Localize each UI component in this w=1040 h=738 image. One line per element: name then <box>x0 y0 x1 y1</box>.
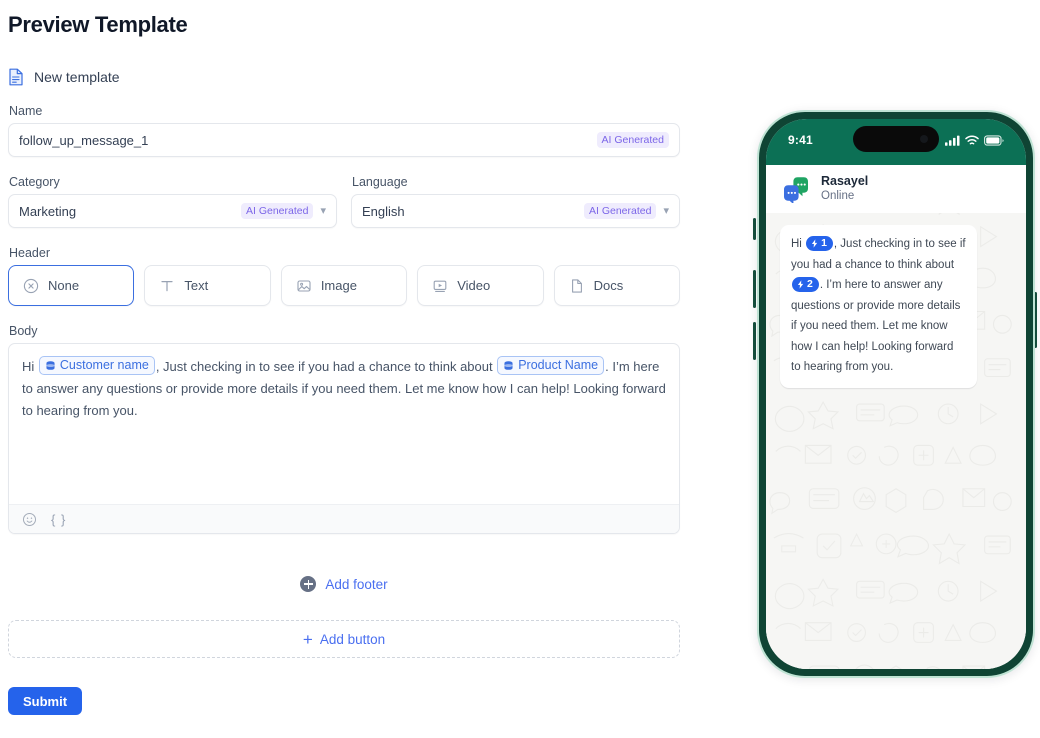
status-bar: 9:41 <box>766 119 1026 165</box>
message-text-segment: Hi <box>791 238 806 250</box>
header-option-video[interactable]: Video <box>417 265 544 306</box>
category-value: Marketing <box>19 203 77 219</box>
volume-down-button[interactable] <box>753 322 756 360</box>
emoji-icon[interactable] <box>22 512 37 527</box>
name-label: Name <box>9 104 43 118</box>
body-text-segment: Hi <box>22 359 38 374</box>
lightning-bolt-icon <box>796 280 805 290</box>
signal-icon <box>945 133 960 151</box>
variable-chip-label: Customer name <box>59 358 149 372</box>
battery-icon <box>984 133 1004 151</box>
header-type-options: None Text Image Video Docs <box>8 265 681 306</box>
category-select[interactable]: Marketing AI Generated ▾ <box>8 194 337 228</box>
language-value: English <box>362 203 405 219</box>
header-option-docs[interactable]: Docs <box>553 265 681 306</box>
language-select[interactable]: English AI Generated ▾ <box>351 194 680 228</box>
header-option-label: Text <box>184 278 209 293</box>
header-option-none[interactable]: None <box>8 265 135 306</box>
chat-body: Hi 1, Just checking in to see if you had… <box>766 213 1026 669</box>
circle-x-icon <box>23 278 39 294</box>
plus-circle-icon <box>300 576 317 592</box>
name-ai-badge: AI Generated <box>596 132 669 148</box>
wifi-icon <box>965 133 979 151</box>
name-value: follow_up_message_1 <box>19 132 149 148</box>
token-label: 2 <box>807 278 813 291</box>
token-label: 1 <box>821 237 827 250</box>
add-footer-button[interactable]: Add footer <box>8 576 680 592</box>
contact-status: Online <box>821 190 855 202</box>
lightning-bolt-icon <box>810 239 819 249</box>
variable-chip-customer-name[interactable]: Customer name <box>38 356 155 375</box>
image-icon <box>296 278 312 294</box>
header-option-image[interactable]: Image <box>280 265 408 306</box>
status-time: 9:41 <box>788 133 813 147</box>
chat-header: Rasayel Online <box>766 165 1026 213</box>
document-icon <box>8 68 24 86</box>
header-option-label: Image <box>320 278 357 293</box>
body-text-segment: , Just checking in to see if you had a c… <box>155 359 497 374</box>
video-icon <box>432 278 448 294</box>
phone-preview: 9:41 Rasayel Online Hi 1 , Just checking… <box>752 110 1040 682</box>
header-option-label: Video <box>457 278 491 293</box>
page-title: Preview Template <box>8 12 188 37</box>
name-input[interactable]: follow_up_message_1 AI Generated <box>8 123 680 157</box>
body-content[interactable]: Hi Customer name , Just checking in to se… <box>9 344 679 504</box>
chevron-down-icon: ▾ <box>320 204 326 217</box>
header-label: Header <box>9 246 50 260</box>
language-ai-badge: AI Generated <box>584 203 657 219</box>
database-icon <box>45 360 56 371</box>
dynamic-island <box>853 126 939 152</box>
category-ai-badge: AI Generated <box>241 203 314 219</box>
add-button-label: Add button <box>319 631 386 647</box>
rasayel-logo-icon <box>782 175 810 203</box>
body-toolbar: { } <box>9 504 679 533</box>
volume-up-button[interactable] <box>753 270 756 308</box>
plus-icon: + <box>302 629 313 649</box>
curly-braces-icon[interactable]: { } <box>51 513 66 526</box>
preview-message-bubble: Hi 1, Just checking in to see if you had… <box>780 225 977 388</box>
body-editor[interactable]: Hi Customer name , Just checking in to se… <box>8 343 680 534</box>
document-icon <box>569 278 585 294</box>
chevron-down-icon: ▾ <box>663 204 669 217</box>
add-button-button[interactable]: + Add button <box>8 620 680 658</box>
contact-name: Rasayel <box>821 174 869 188</box>
add-footer-label: Add footer <box>325 576 388 592</box>
variable-token-2: 2 <box>792 277 819 293</box>
header-option-text[interactable]: Text <box>144 265 271 306</box>
preview-template-page: Preview Template New template Name follo… <box>0 0 1040 738</box>
language-label: Language <box>352 175 408 189</box>
variable-chip-product-name[interactable]: Product Name <box>497 356 605 375</box>
message-text-segment: . I’m here to answer any questions or pr… <box>791 279 961 373</box>
body-label: Body <box>9 324 38 338</box>
new-template-row[interactable]: New template <box>8 68 680 86</box>
new-template-label: New template <box>34 69 120 85</box>
header-option-label: Docs <box>593 278 624 293</box>
phone-screen: 9:41 Rasayel Online Hi 1 , Just checking… <box>766 119 1026 669</box>
submit-button[interactable]: Submit <box>8 687 83 715</box>
text-icon <box>159 278 175 294</box>
header-option-label: None <box>48 278 80 293</box>
silent-switch-button[interactable] <box>753 218 756 240</box>
database-icon <box>503 360 514 371</box>
template-form: Preview Template New template Name follo… <box>8 0 681 715</box>
phone-frame: 9:41 Rasayel Online Hi 1 , Just checking… <box>757 110 1035 678</box>
status-icons <box>945 133 1004 151</box>
variable-chip-label: Product Name <box>518 358 599 372</box>
variable-token-1: 1 <box>806 236 833 252</box>
category-label: Category <box>9 175 60 189</box>
